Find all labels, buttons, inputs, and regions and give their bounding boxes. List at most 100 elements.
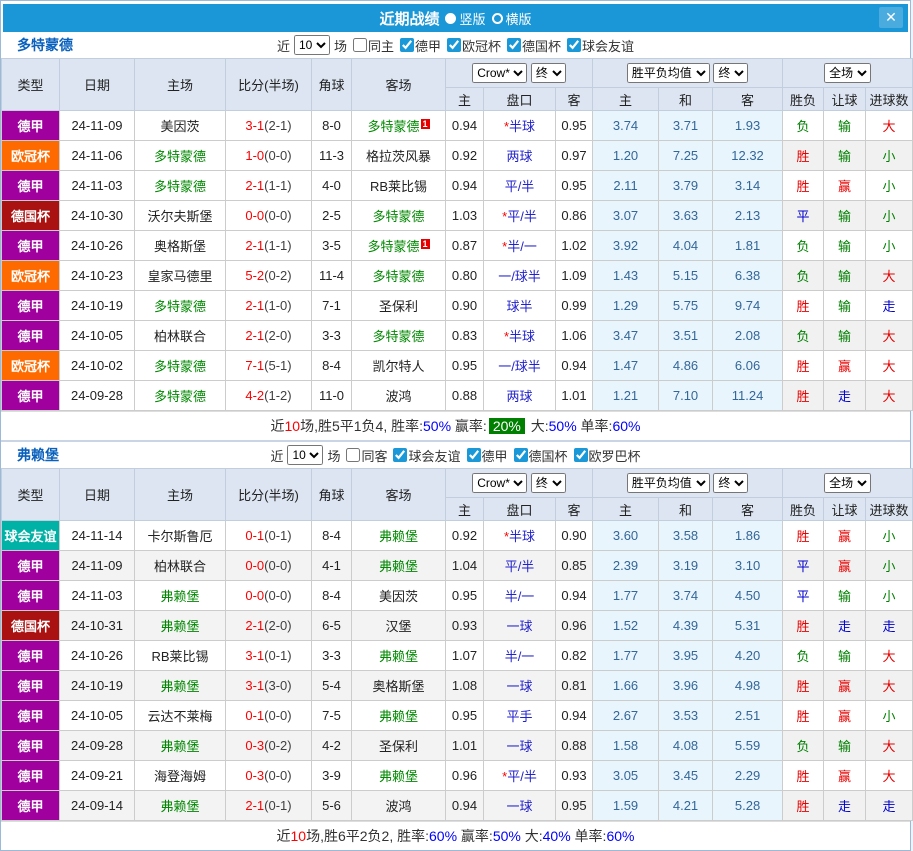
close-icon[interactable]: ✕ xyxy=(879,7,903,28)
league-checkbox-ouguan[interactable]: 欧冠杯 xyxy=(447,36,501,55)
fulltime-score: 5-2 xyxy=(245,268,264,283)
avg-source-select[interactable]: 胜平负均值 xyxy=(627,473,710,493)
odds-final-select[interactable]: 终 xyxy=(531,473,566,493)
same-venue-checkbox-input[interactable] xyxy=(346,448,360,462)
halftime-score: (1-0) xyxy=(264,298,291,313)
avg-draw-odds: 4.86 xyxy=(659,351,713,381)
goals-flag: 大 xyxy=(866,321,913,351)
summary-part: 单率: xyxy=(577,416,613,436)
league-checkbox-qiuhui[interactable]: 球会友谊 xyxy=(393,446,460,465)
away-team-cell: 多特蒙德 xyxy=(352,261,446,291)
away-team: 多特蒙德 xyxy=(372,209,424,224)
home-team-cell: 云达不莱梅 xyxy=(135,701,226,731)
summary-part: 大: xyxy=(521,826,543,846)
league-checkbox-ouluoba[interactable]: 欧罗巴杯 xyxy=(574,446,641,465)
horizontal-layout-radio[interactable]: 横版 xyxy=(492,9,532,28)
avg-final-select[interactable]: 终 xyxy=(713,63,748,83)
avg-draw-odds: 3.45 xyxy=(659,761,713,791)
col-odds-away: 客 xyxy=(556,498,593,521)
home-team: 弗赖堡 xyxy=(160,619,199,634)
avg-home-odds: 1.77 xyxy=(593,581,659,611)
league-checkbox-dejia[interactable]: 德甲 xyxy=(400,36,441,55)
league-checkbox-qiuhui[interactable]: 球会友谊 xyxy=(567,36,634,55)
dialog-titlebar: 近期战绩 竖版 横版 ✕ xyxy=(3,4,908,32)
summary-part: 赢率: xyxy=(451,416,487,436)
score-cell: 5-2(0-2) xyxy=(226,261,312,291)
league-badge: 德甲 xyxy=(2,731,60,761)
same-venue-checkbox[interactable]: 同客 xyxy=(346,446,387,465)
odds-final-select[interactable]: 终 xyxy=(531,63,566,83)
result-flag: 负 xyxy=(783,261,824,291)
halftime-score: (0-2) xyxy=(264,268,291,283)
home-odds: 1.03 xyxy=(446,201,484,231)
away-team: 波鸿 xyxy=(385,389,411,404)
away-team: 弗赖堡 xyxy=(379,649,418,664)
recent-results-dialog: 近期战绩 竖版 横版 ✕ 多特蒙德 近 10 场 同主 德甲 欧冠杯 德国杯 球… xyxy=(0,0,911,851)
corner-score: 3-3 xyxy=(312,321,352,351)
table-row: 德国杯 24-10-31 弗赖堡 2-1(2-0) 6-5 汉堡 0.93 一球… xyxy=(2,611,913,641)
avg-draw-odds: 4.08 xyxy=(659,731,713,761)
league-checkbox-deguobei[interactable]: 德国杯 xyxy=(507,36,561,55)
handicap-result-flag: 输 xyxy=(824,581,866,611)
league-checkbox-dejia[interactable]: 德甲 xyxy=(467,446,508,465)
match-date: 24-10-26 xyxy=(60,231,135,261)
same-venue-checkbox-input[interactable] xyxy=(353,38,367,52)
handicap-result-flag: 输 xyxy=(824,201,866,231)
result-flag: 负 xyxy=(783,111,824,141)
score-cell: 2-1(2-0) xyxy=(226,611,312,641)
home-team-cell: 多特蒙德 xyxy=(135,381,226,411)
same-venue-checkbox[interactable]: 同主 xyxy=(353,36,394,55)
away-odds: 0.88 xyxy=(556,731,593,761)
table-row: 德甲 24-09-28 多特蒙德 4-2(1-2) 11-0 波鸿 0.88 两… xyxy=(2,381,913,411)
odds-source-select[interactable]: Crow* xyxy=(472,473,527,493)
match-date: 24-10-31 xyxy=(60,611,135,641)
goals-flag: 大 xyxy=(866,761,913,791)
vertical-layout-radio[interactable]: 竖版 xyxy=(445,9,485,28)
away-odds: 0.95 xyxy=(556,171,593,201)
away-team-cell: 凯尔特人 xyxy=(352,351,446,381)
away-odds: 0.94 xyxy=(556,351,593,381)
avg-draw-odds: 7.25 xyxy=(659,141,713,171)
handicap: 一球 xyxy=(506,739,532,754)
league-badge: 德甲 xyxy=(2,381,60,411)
goals-flag: 大 xyxy=(866,641,913,671)
goals-flag: 大 xyxy=(866,671,913,701)
games-label: 场 xyxy=(334,36,347,55)
fulltime-score: 2-1 xyxy=(245,328,264,343)
home-odds: 1.08 xyxy=(446,671,484,701)
recent-count-select[interactable]: 10 xyxy=(287,445,323,465)
avg-away-odds: 6.06 xyxy=(713,351,783,381)
home-team-cell: 美因茨 xyxy=(135,111,226,141)
scope-select[interactable]: 全场 xyxy=(824,63,871,83)
avg-final-select[interactable]: 终 xyxy=(713,473,748,493)
result-flag: 平 xyxy=(783,581,824,611)
fulltime-score: 2-1 xyxy=(245,178,264,193)
away-team: RB莱比锡 xyxy=(370,179,427,194)
avg-draw-odds: 7.10 xyxy=(659,381,713,411)
col-avg-draw: 和 xyxy=(659,498,713,521)
handicap-cell: *半球 xyxy=(484,111,556,141)
avg-source-select[interactable]: 胜平负均值 xyxy=(627,63,710,83)
scope-select[interactable]: 全场 xyxy=(824,473,871,493)
scope-group-header: 全场 xyxy=(783,469,913,498)
fulltime-score: 3-1 xyxy=(245,678,264,693)
league-checkbox-deguobei[interactable]: 德国杯 xyxy=(514,446,568,465)
away-odds: 0.94 xyxy=(556,581,593,611)
score-cell: 2-1(1-1) xyxy=(226,171,312,201)
result-flag: 胜 xyxy=(783,701,824,731)
away-odds: 0.95 xyxy=(556,111,593,141)
goals-flag: 大 xyxy=(866,351,913,381)
handicap-result-flag: 输 xyxy=(824,111,866,141)
handicap-result-flag: 赢 xyxy=(824,761,866,791)
table-row: 德甲 24-10-05 云达不莱梅 0-1(0-0) 7-5 弗赖堡 0.95 … xyxy=(2,701,913,731)
table-row: 欧冠杯 24-10-02 多特蒙德 7-1(5-1) 8-4 凯尔特人 0.95… xyxy=(2,351,913,381)
corner-score: 7-1 xyxy=(312,291,352,321)
handicap-cell: 半/一 xyxy=(484,641,556,671)
goals-flag: 小 xyxy=(866,201,913,231)
fulltime-score: 3-1 xyxy=(245,648,264,663)
table-row: 德甲 24-10-26 RB莱比锡 3-1(0-1) 3-3 弗赖堡 1.07 … xyxy=(2,641,913,671)
recent-count-select[interactable]: 10 xyxy=(294,35,330,55)
odds-source-select[interactable]: Crow* xyxy=(472,63,527,83)
handicap: 半/一 xyxy=(507,239,537,254)
result-flag: 负 xyxy=(783,321,824,351)
